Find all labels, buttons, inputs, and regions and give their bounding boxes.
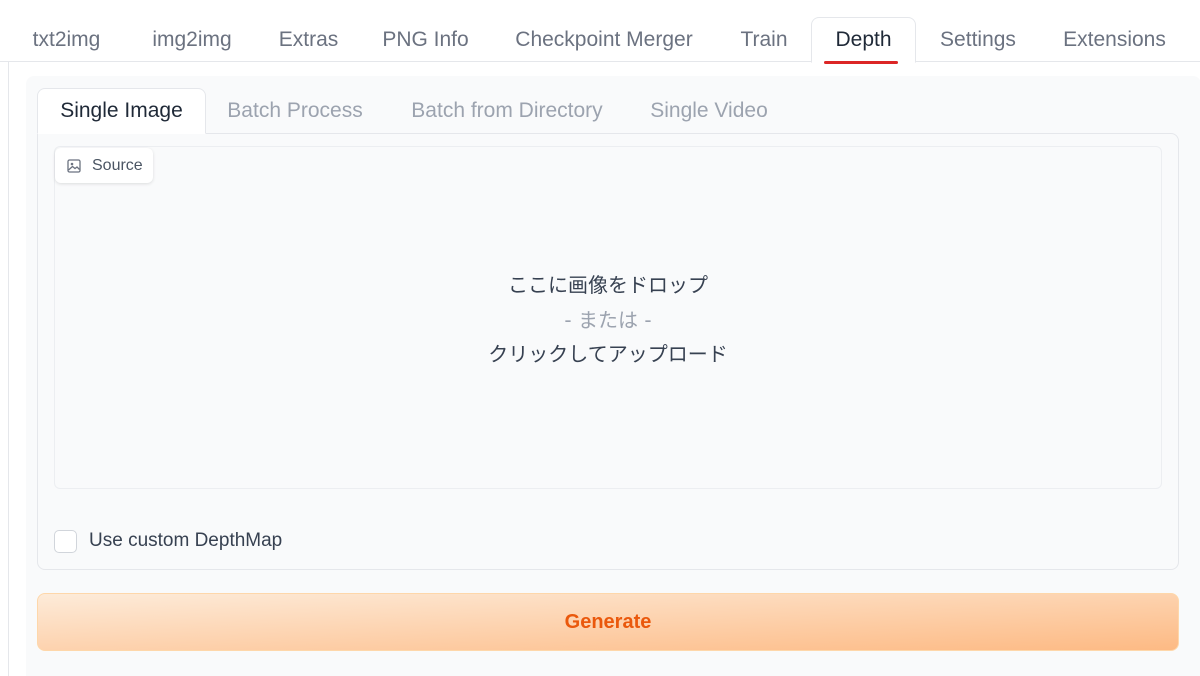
tab-png-info[interactable]: PNG Info: [368, 17, 483, 63]
sub-tab-bar: Single Image Batch Process Batch from Di…: [37, 88, 1179, 134]
tab-train[interactable]: Train: [725, 17, 803, 63]
tab-checkpoint-merger[interactable]: Checkpoint Merger: [499, 17, 709, 63]
click-upload-instruction: クリックしてアップロード: [488, 342, 728, 366]
tab-img2img[interactable]: img2img: [135, 17, 249, 63]
tab-extensions[interactable]: Extensions: [1048, 17, 1181, 63]
drop-instruction: ここに画像をドロップ: [508, 273, 708, 297]
custom-depthmap-option[interactable]: Use custom DepthMap: [54, 528, 282, 554]
tab-depth[interactable]: Depth: [811, 17, 916, 64]
source-label-badge: Source: [55, 148, 153, 183]
tab-batch-process[interactable]: Batch Process: [215, 88, 375, 134]
tab-single-video[interactable]: Single Video: [638, 88, 780, 134]
generate-button-label: Generate: [564, 610, 652, 633]
tab-settings[interactable]: Settings: [924, 17, 1032, 63]
tab-batch-from-directory[interactable]: Batch from Directory: [392, 88, 622, 134]
custom-depthmap-checkbox[interactable]: [54, 529, 77, 553]
tab-extras[interactable]: Extras: [265, 17, 352, 63]
tab-single-image[interactable]: Single Image: [37, 88, 206, 134]
main-tab-bar: txt2img img2img Extras PNG Info Checkpoi…: [0, 0, 1200, 64]
tab-depth-label: Depth: [835, 28, 892, 51]
custom-depthmap-label: Use custom DepthMap: [89, 530, 283, 551]
tab-txt2img[interactable]: txt2img: [15, 17, 118, 63]
drop-or-separator: - または -: [564, 308, 652, 332]
image-icon: [67, 158, 81, 173]
source-label-text: Source: [92, 156, 143, 174]
generate-button[interactable]: Generate: [37, 593, 1179, 651]
